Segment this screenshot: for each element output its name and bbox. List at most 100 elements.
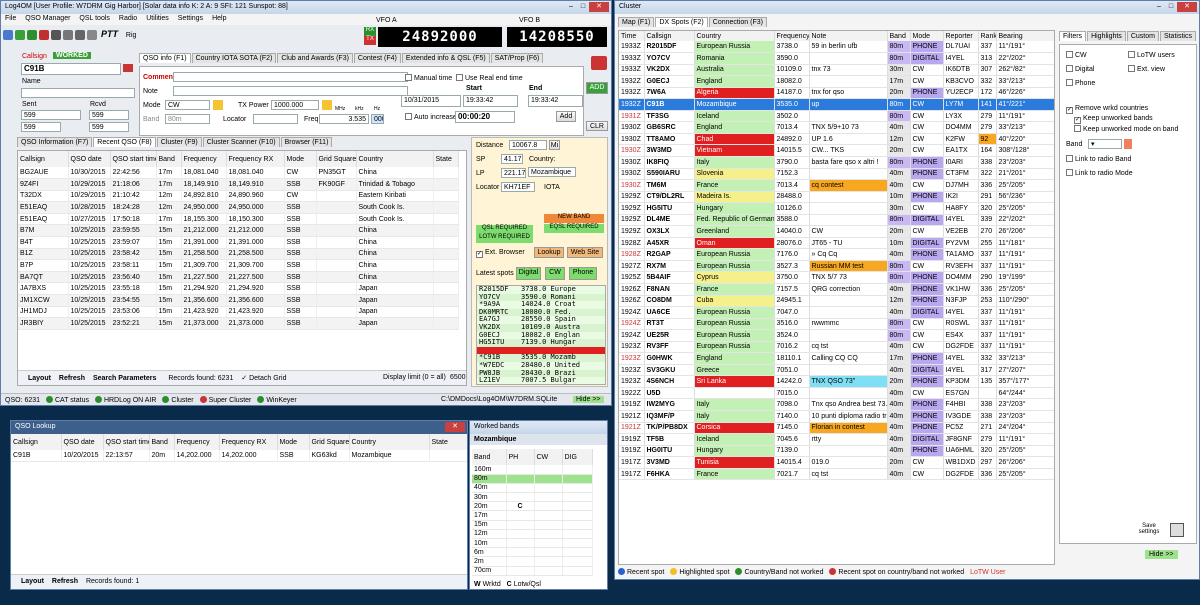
freq-hz-input[interactable]: 000 [371,114,384,124]
end-time-input[interactable]: 19:33:42 [528,95,583,107]
date-picker[interactable]: 10/31/2015 [401,95,461,107]
save-icon[interactable] [1170,523,1184,537]
auto-increase-checkbox[interactable] [405,113,412,120]
spot-cell[interactable]: 3V3MD [644,456,695,469]
link-mode-checkbox[interactable] [1066,169,1073,176]
spot-cell[interactable]: A45XR [644,237,695,250]
spot-cell[interactable]: TT8AMO [644,133,695,146]
spot-cell[interactable]: RV3FF [644,341,695,354]
layout-button[interactable]: Layout [28,375,51,382]
spot-list-item[interactable]: HG5ITU 7139.0 Hungar [477,338,605,347]
spot-column-header[interactable]: Callsign [644,31,695,41]
spot-cell[interactable]: G0ECJ [644,75,695,88]
remove-wrkd-checkbox[interactable]: ✓ [1066,107,1073,114]
tab-bottom[interactable]: Browser (F11) [280,137,333,147]
digital-filter-checkbox[interactable] [1066,65,1073,72]
website-button[interactable]: Web Site [567,247,603,258]
spot-cell[interactable]: CO8DM [644,295,695,308]
spot-row[interactable]: 1930Z TM6M France 7013.4 cq contest 40m CW DJ7M… [619,179,1054,192]
digital-filter-button[interactable]: Digital [516,267,541,280]
lookup-column-header[interactable]: Mode [277,434,310,450]
wifi-icon[interactable] [3,30,13,41]
spot-row[interactable]: 1917Z 3V3MD Tunisia 14015.4 019.0 20m CW WB1DXD… [619,456,1054,469]
spot-row[interactable]: 1930Z IK8FIQ Italy 3790.0 basta fare qso x a… [619,156,1054,169]
phone-filter-button[interactable]: Phone [569,267,597,280]
column-header[interactable]: State [433,151,459,167]
cluster-close-button[interactable]: ✕ [1177,2,1197,12]
vfo-a-display[interactable]: 24892000 [378,27,502,47]
spot-cell[interactable]: F8NAN [644,283,695,296]
lookup-column-header[interactable]: QSO start time [103,434,150,450]
table-row[interactable]: BA7QT 10/25/2015 23:56:40 15m 21,227.500 21,2… [18,271,459,284]
lookup-column-header[interactable]: QSO date [61,434,104,450]
lookup-column-header[interactable]: Callsign [11,434,62,450]
spot-row[interactable]: 1929Z OX3LX Greenland 14040.0 CW 20m CW VE2EB 27… [619,225,1054,238]
spot-cell[interactable]: 5B4AIF [644,271,695,284]
search-icon[interactable] [51,30,61,41]
spot-row[interactable]: 1930Z S590IARU Slovenia 7152.3 40m PHONE CT3FM… [619,168,1054,181]
spot-row[interactable]: 1928Z R2GAP European Russia 7176.0» Cq Cq 40… [619,248,1054,261]
cw-filter-checkbox[interactable] [1066,51,1073,58]
keep-bands-checkbox[interactable]: ✓ [1074,117,1081,124]
hide-button[interactable]: Hide >> [573,396,604,403]
globe-icon[interactable] [15,30,25,41]
spot-column-header[interactable]: Frequency [774,31,810,41]
spot-column-header[interactable]: Mode [910,31,944,41]
spot-cell[interactable]: TF3SG [644,110,695,123]
spot-row[interactable]: 1932Z G0ECJ England 18082.0 17m CW KB3CVO 332 33… [619,75,1054,88]
tab-cluster[interactable]: Map (F1) [618,17,655,27]
rst-rcvd-select[interactable]: 599 [89,122,129,132]
ext-browser-checkbox[interactable]: ✓ [476,251,483,258]
spot-row[interactable]: 1919Z IW2MYG Italy 7098.0 Tnx qso Andrea bes… [619,398,1054,411]
spot-row[interactable]: 1933Z VK2DX Australia 10109.0 tnx 73 30m CW IK6… [619,64,1054,77]
spot-row[interactable]: 1917Z F6HKA France 7021.7 cq tst 40m CW DG2FDE 3… [619,468,1054,481]
maximize-button[interactable]: □ [577,2,589,12]
rst-rcvd-input[interactable]: 599 [89,110,129,120]
lookup-button[interactable]: Lookup [534,247,564,258]
table-row[interactable]: JA7BXS 10/25/2015 23:55:18 15m 21,294.920 21,… [18,282,459,296]
spot-cell[interactable]: S590IARU [644,168,695,181]
spot-row[interactable]: 1933Z R2015DF European Russia 3738.0 59 in b… [619,41,1054,54]
column-header[interactable]: Mode [284,151,317,167]
spot-cell[interactable]: R2015DF [644,41,695,54]
column-header[interactable]: QSO date [68,151,111,167]
tab-bottom[interactable]: Cluster Scanner (F10) [202,137,280,147]
spot-row[interactable]: 1921Z TK/P/PB8DX Corsica 7145.0 Florian in c… [619,422,1054,435]
table-row[interactable]: JM1XCW 10/25/2015 23:54:55 15m 21,356.600 21,… [18,294,459,307]
column-header[interactable]: Country [356,151,434,167]
spot-row[interactable]: 1930Z TT8AMO Chad 24892.0 UP 1.6 12m CW K2FW 92 4… [619,133,1054,146]
lookup-column-header[interactable]: Band [149,434,175,450]
spot-row[interactable]: 1925Z 5B4AIF Cyprus 3750.0 TNX 5/7 73 80m PHON… [619,271,1054,284]
spot-column-header[interactable]: Time [619,31,645,41]
keep-mode-checkbox[interactable] [1074,125,1081,132]
arrow-icon[interactable] [27,30,37,41]
spot-cell[interactable]: GB6SRC [644,121,695,134]
name-input[interactable] [21,88,135,98]
detach-grid-checkbox[interactable]: ✓ Detach Grid [241,375,286,382]
spot-row[interactable]: 1926Z CO8DM Cuba 24945.1 12m PHONE N3FJP 253 110… [619,295,1054,308]
spot-row[interactable]: 1933Z YO7CV Romania 3590.0 80m DIGITAL I4YEL 31… [619,52,1054,65]
spot-cell[interactable]: UE25R [644,329,695,342]
spot-row[interactable]: 1930Z GB6SRC England 7013.4 TNX 5/9+10 73 40m… [619,121,1054,134]
lock-icon-2[interactable] [322,100,332,110]
spot-cell[interactable]: VK2DX [644,64,695,77]
callsign-input[interactable]: C91B [21,63,121,75]
tab-qso[interactable]: Club and Awards (F3) [277,53,353,63]
satellite-icon[interactable] [87,30,97,41]
lookup-column-header[interactable]: Country [349,434,430,450]
clr-button[interactable]: CLR [586,121,608,131]
menu-item[interactable]: File [5,15,16,22]
locator-input[interactable] [253,114,298,124]
spot-cell[interactable]: U5D [644,387,695,400]
search-parameters-button[interactable]: Search Parameters [93,375,156,382]
cluster-status-label[interactable]: Cluster [171,397,193,404]
table-row[interactable]: JR3BIY 10/25/2015 23:52:21 15m 21,373.000 21,… [18,317,459,330]
tab-cluster[interactable]: DX Spots (F2) [655,17,708,27]
start-time-input[interactable]: 19:33:42 [463,95,518,107]
stop-icon[interactable] [591,56,607,70]
spot-cell[interactable]: IW2MYG [644,398,695,411]
mi-toggle[interactable]: Mi [549,140,560,150]
vfo-b-display[interactable]: 14208550 [507,27,607,47]
spot-cell[interactable]: 3W3MD [644,144,695,157]
spot-row[interactable]: 1922Z U5D 7015.0 40m CW ES7GN 64°/244° [619,387,1054,400]
